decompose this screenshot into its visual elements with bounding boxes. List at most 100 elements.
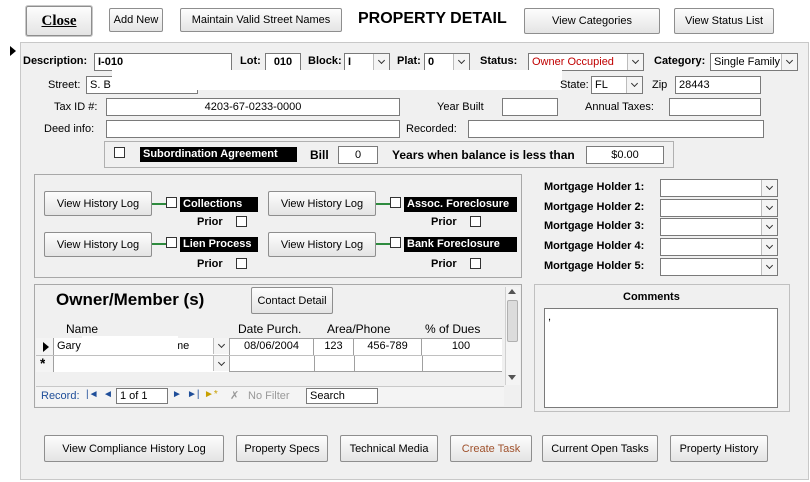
- collections-history-log-button[interactable]: View History Log: [44, 191, 152, 216]
- last-record-icon[interactable]: ►|: [187, 389, 200, 400]
- bill-label: Bill: [310, 148, 329, 162]
- owner-date-purch[interactable]: 08/06/2004: [230, 338, 314, 355]
- lien-process-checkbox[interactable]: [166, 237, 177, 248]
- taxid-field[interactable]: 4203-67-0233-0000: [106, 98, 400, 116]
- collections-checkbox[interactable]: [166, 197, 177, 208]
- balance-amount-field[interactable]: $0.00: [586, 146, 664, 164]
- connector-line: [152, 203, 166, 205]
- scroll-up-icon[interactable]: [508, 289, 516, 294]
- status-value: Owner Occupied: [532, 56, 614, 68]
- prev-record-icon[interactable]: ◄: [103, 389, 113, 400]
- annual-taxes-field[interactable]: [669, 98, 761, 116]
- next-record-icon[interactable]: ►: [172, 389, 182, 400]
- lien-process-label: Lien Process: [180, 237, 258, 252]
- status-combo[interactable]: Owner Occupied: [528, 53, 644, 71]
- chevron-down-icon[interactable]: [213, 356, 229, 371]
- new-owner-name-combo[interactable]: [54, 356, 230, 372]
- year-built-field[interactable]: [502, 98, 558, 116]
- maintain-street-names-button[interactable]: Maintain Valid Street Names: [180, 8, 342, 32]
- chevron-down-icon[interactable]: [373, 54, 389, 70]
- chevron-down-icon[interactable]: [213, 338, 229, 354]
- description-field[interactable]: I-010: [94, 53, 232, 71]
- view-compliance-history-button[interactable]: View Compliance History Log: [44, 435, 224, 462]
- connector-line: [376, 243, 390, 245]
- state-value: FL: [595, 79, 608, 91]
- mortgage-holder-3-label: Mortgage Holder 3:: [544, 220, 645, 232]
- no-filter-label[interactable]: No Filter: [248, 390, 290, 402]
- bill-field[interactable]: 0: [338, 146, 378, 164]
- search-field[interactable]: Search: [306, 388, 378, 404]
- plat-label: Plat:: [397, 55, 421, 67]
- owner-phone[interactable]: 456-789: [354, 338, 422, 355]
- assoc-foreclosure-label: Assoc. Foreclosure: [404, 197, 517, 212]
- create-task-button[interactable]: Create Task: [450, 435, 532, 462]
- current-open-tasks-button[interactable]: Current Open Tasks: [542, 435, 658, 462]
- assoc-foreclosure-prior-label: Prior: [431, 216, 457, 228]
- mortgage-holder-2-label: Mortgage Holder 2:: [544, 201, 645, 213]
- bank-foreclosure-prior-checkbox[interactable]: [470, 258, 481, 269]
- assoc-foreclosure-history-log-button[interactable]: View History Log: [268, 191, 376, 216]
- chevron-down-icon[interactable]: [453, 54, 469, 70]
- col-header-dues: % of Dues: [425, 322, 481, 336]
- category-combo[interactable]: Single Family: [710, 53, 798, 71]
- category-value: Single Family: [714, 56, 781, 68]
- zip-field[interactable]: 28443: [675, 76, 761, 94]
- no-filter-icon: ✗: [230, 390, 240, 402]
- record-position-field[interactable]: 1 of 1: [116, 388, 168, 404]
- assoc-foreclosure-prior-checkbox[interactable]: [470, 216, 481, 227]
- current-record-arrow-icon: [10, 46, 16, 56]
- lien-process-prior-checkbox[interactable]: [236, 258, 247, 269]
- annual-taxes-label: Annual Taxes:: [585, 101, 654, 113]
- plat-combo[interactable]: 0: [424, 53, 470, 71]
- scroll-down-icon[interactable]: [508, 375, 516, 380]
- collections-prior-checkbox[interactable]: [236, 216, 247, 227]
- mortgage-holder-5-combo[interactable]: [660, 258, 778, 276]
- lot-label: Lot:: [240, 55, 261, 67]
- deed-field[interactable]: [106, 120, 400, 138]
- scroll-thumb[interactable]: [507, 300, 518, 342]
- chevron-down-icon[interactable]: [761, 219, 777, 235]
- subordination-checkbox[interactable]: [114, 147, 125, 158]
- bank-foreclosure-checkbox[interactable]: [390, 237, 401, 248]
- chevron-down-icon[interactable]: [761, 239, 777, 255]
- chevron-down-icon[interactable]: [626, 77, 642, 93]
- page-title: PROPERTY DETAIL: [358, 10, 507, 27]
- view-categories-button[interactable]: View Categories: [524, 8, 660, 34]
- first-record-icon[interactable]: |◄: [86, 389, 99, 400]
- new-record-icon[interactable]: ►*: [204, 389, 218, 400]
- recorded-label: Recorded:: [406, 123, 457, 135]
- chevron-down-icon[interactable]: [761, 200, 777, 216]
- owner-area-code[interactable]: 123: [314, 338, 354, 355]
- chevron-down-icon[interactable]: [761, 259, 777, 275]
- view-status-list-button[interactable]: View Status List: [674, 8, 774, 34]
- chevron-down-icon[interactable]: [627, 54, 643, 70]
- owner-dues[interactable]: 100: [422, 338, 500, 355]
- category-label: Category:: [654, 55, 706, 67]
- mortgage-holder-3-combo[interactable]: [660, 218, 778, 236]
- lot-field[interactable]: 010: [265, 53, 301, 71]
- col-header-name: Name: [66, 322, 99, 336]
- technical-media-button[interactable]: Technical Media: [340, 435, 438, 462]
- recorded-field[interactable]: [468, 120, 764, 138]
- lien-process-history-log-button[interactable]: View History Log: [44, 232, 152, 257]
- mortgage-holder-1-label: Mortgage Holder 1:: [544, 181, 645, 193]
- block-combo[interactable]: I: [344, 53, 390, 71]
- grid-col-divider: [314, 356, 315, 372]
- taxid-label: Tax ID #:: [54, 101, 98, 113]
- close-button[interactable]: Close: [26, 6, 92, 36]
- chevron-down-icon[interactable]: [761, 180, 777, 196]
- bank-foreclosure-history-log-button[interactable]: View History Log: [268, 232, 376, 257]
- property-specs-button[interactable]: Property Specs: [236, 435, 328, 462]
- mortgage-holder-4-combo[interactable]: [660, 238, 778, 256]
- mortgage-holder-2-combo[interactable]: [660, 199, 778, 217]
- contact-detail-button[interactable]: Contact Detail: [251, 287, 333, 314]
- add-new-button[interactable]: Add New: [109, 8, 163, 32]
- description-label: Description:: [23, 55, 88, 67]
- property-history-button[interactable]: Property History: [670, 435, 768, 462]
- chevron-down-icon[interactable]: [781, 54, 797, 70]
- lien-process-prior-label: Prior: [197, 258, 223, 270]
- state-combo[interactable]: FL: [591, 76, 643, 94]
- comments-textarea[interactable]: ,: [544, 308, 778, 408]
- mortgage-holder-1-combo[interactable]: [660, 179, 778, 197]
- assoc-foreclosure-checkbox[interactable]: [390, 197, 401, 208]
